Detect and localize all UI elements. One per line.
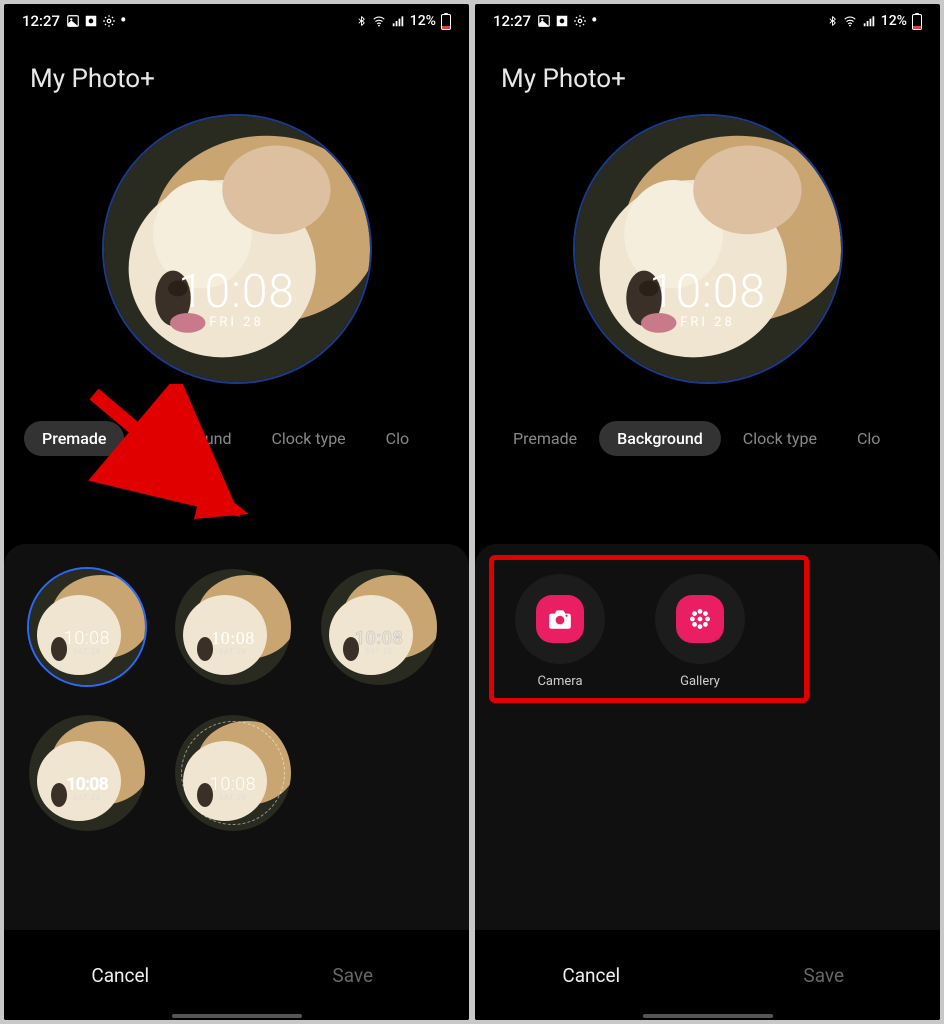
phone-left: 12:27 • 12% My Photo+ bbox=[4, 4, 469, 1020]
cancel-button[interactable]: Cancel bbox=[475, 930, 708, 1020]
watch-time: 10:08 bbox=[104, 265, 370, 319]
premade-option-2[interactable]: 10:08 SAT 28 bbox=[175, 569, 291, 685]
premade-time: 10:08 bbox=[210, 774, 256, 795]
tab-premade[interactable]: Premade bbox=[24, 421, 124, 456]
wifi-icon bbox=[843, 14, 857, 28]
page-title: My Photo+ bbox=[4, 34, 469, 104]
dog-photo bbox=[575, 116, 841, 382]
page-title: My Photo+ bbox=[475, 34, 940, 104]
watch-time: 10:08 bbox=[575, 265, 841, 319]
premade-time: 10:08 bbox=[64, 628, 110, 649]
watch-face-preview: 10:08 FRI 28 bbox=[102, 114, 372, 384]
premade-option-4[interactable]: 10:08 SAT 28 bbox=[29, 715, 145, 831]
tab-row: Premade Background Clock type Clo bbox=[4, 409, 469, 474]
footer: Cancel Save bbox=[475, 930, 940, 1020]
wifi-icon bbox=[372, 14, 386, 28]
premade-date: SAT 28 bbox=[219, 794, 247, 802]
signal-icon bbox=[391, 14, 405, 28]
nav-handle[interactable] bbox=[643, 1014, 773, 1018]
tab-clock-type[interactable]: Clock type bbox=[725, 421, 835, 456]
premade-time: 10:08 bbox=[355, 628, 404, 649]
tab-premade[interactable]: Premade bbox=[495, 421, 595, 456]
tab-clock-color-overflow[interactable]: Clo bbox=[839, 421, 898, 456]
battery-icon bbox=[912, 13, 922, 30]
watch-date: FRI 28 bbox=[104, 315, 370, 330]
gear-icon bbox=[102, 14, 116, 28]
dog-photo bbox=[104, 116, 370, 382]
tab-row: Premade Background Clock type Clo bbox=[475, 409, 940, 474]
battery-percent: 12% bbox=[881, 13, 907, 29]
highlight-box-annotation bbox=[489, 555, 809, 703]
premade-date: SAT 28 bbox=[73, 794, 101, 802]
premade-time: 10:08 bbox=[66, 774, 108, 795]
watch-date: FRI 28 bbox=[575, 315, 841, 330]
nav-handle[interactable] bbox=[172, 1014, 302, 1018]
premade-panel: 10:08 SAT 28 10:08 SAT 28 10:08 SAT 28 1… bbox=[4, 544, 469, 930]
tab-clock-color-overflow[interactable]: Clo bbox=[368, 421, 427, 456]
premade-date: SAT 28 bbox=[73, 648, 101, 656]
cancel-button[interactable]: Cancel bbox=[4, 930, 237, 1020]
image-icon bbox=[66, 14, 80, 28]
status-time: 12:27 bbox=[493, 12, 531, 30]
premade-option-1[interactable]: 10:08 SAT 28 bbox=[29, 569, 145, 685]
tab-clock-type[interactable]: Clock type bbox=[254, 421, 364, 456]
status-bar: 12:27 • 12% bbox=[4, 4, 469, 34]
target-icon bbox=[84, 14, 98, 28]
status-time: 12:27 bbox=[22, 12, 60, 30]
save-button[interactable]: Save bbox=[237, 930, 470, 1020]
tab-background[interactable]: Background bbox=[599, 421, 721, 456]
bluetooth-icon bbox=[827, 14, 838, 28]
premade-option-5[interactable]: 10:08 SAT 28 bbox=[175, 715, 291, 831]
target-icon bbox=[555, 14, 569, 28]
tab-background[interactable]: Background bbox=[128, 421, 249, 456]
premade-date: SAT 28 bbox=[219, 648, 247, 656]
footer: Cancel Save bbox=[4, 930, 469, 1020]
status-bar: 12:27 • 12% bbox=[475, 4, 940, 34]
phone-right: 12:27 • 12% My Photo+ bbox=[475, 4, 940, 1020]
bluetooth-icon bbox=[356, 14, 367, 28]
gear-icon bbox=[573, 14, 587, 28]
premade-option-3[interactable]: 10:08 SAT 28 bbox=[321, 569, 437, 685]
image-icon bbox=[537, 14, 551, 28]
save-button[interactable]: Save bbox=[708, 930, 941, 1020]
more-notifications-dot: • bbox=[120, 16, 126, 26]
signal-icon bbox=[862, 14, 876, 28]
battery-percent: 12% bbox=[410, 13, 436, 29]
more-notifications-dot: • bbox=[591, 16, 597, 26]
premade-date: SAT 28 bbox=[365, 648, 393, 656]
battery-icon bbox=[441, 13, 451, 30]
premade-time: 10:08 bbox=[211, 628, 255, 649]
watch-face-preview: 10:08 FRI 28 bbox=[573, 114, 843, 384]
